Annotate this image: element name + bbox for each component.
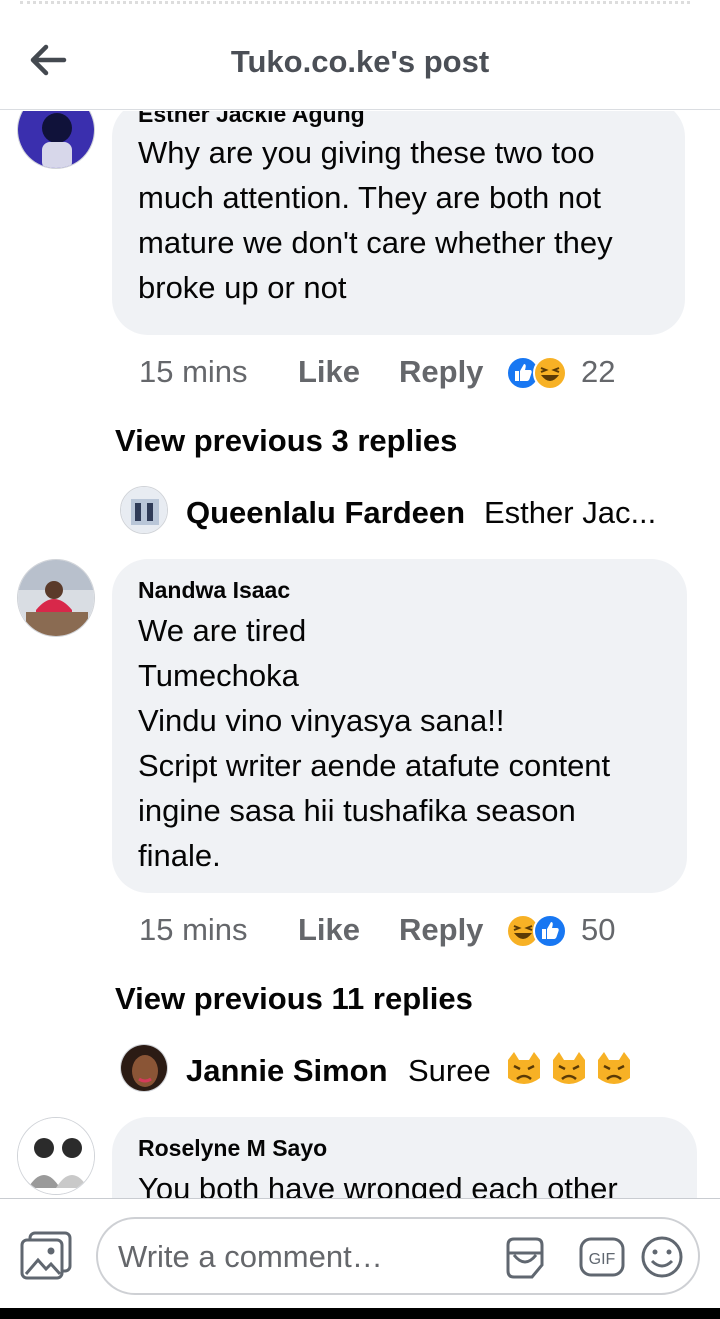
- comment-text-line: mature we don't care whether they: [138, 225, 613, 260]
- photo-icon[interactable]: [18, 1229, 74, 1281]
- avatar[interactable]: [17, 559, 95, 637]
- haha-reaction-icon[interactable]: [533, 356, 567, 390]
- comment-text-line: ingine sasa hii tushafika season: [138, 793, 576, 828]
- comment-timestamp: 15 mins: [139, 354, 248, 389]
- svg-text:GIF: GIF: [589, 1251, 616, 1268]
- angry-cat-emoji-icon: [598, 1052, 630, 1084]
- reply-button[interactable]: Reply: [399, 354, 483, 390]
- comment-text-line: Vindu vino vinyasya sana!!: [138, 703, 505, 738]
- reply-author[interactable]: Queenlalu Fardeen: [186, 495, 465, 531]
- reaction-count[interactable]: 22: [581, 354, 615, 390]
- comment-composer: Write a comment… GIF: [0, 1198, 720, 1308]
- system-nav-bar: [0, 1308, 720, 1319]
- post-header: Tuko.co.ke's post: [0, 10, 720, 110]
- comment-text-line: We are tired: [138, 613, 307, 648]
- angry-cat-emoji-icon: [508, 1052, 540, 1084]
- emoji-icon[interactable]: [640, 1235, 684, 1279]
- like-button[interactable]: Like: [298, 354, 360, 390]
- angry-cat-emoji-icon: [553, 1052, 585, 1084]
- comment-text-line: much attention. They are both not: [138, 180, 602, 215]
- view-previous-replies[interactable]: View previous 3 replies: [115, 423, 457, 459]
- comment-timestamp: 15 mins: [139, 912, 248, 947]
- comment-input-placeholder: Write a comment…: [118, 1239, 383, 1274]
- reply-preview[interactable]: Esther Jac...: [484, 495, 656, 531]
- comment-bubble[interactable]: Roselyne M Sayo You both have wronged ea…: [112, 1117, 697, 1198]
- avatar[interactable]: [120, 1044, 168, 1092]
- like-button[interactable]: Like: [298, 912, 360, 948]
- comment-author[interactable]: Roselyne M Sayo: [138, 1135, 327, 1162]
- comment-bubble[interactable]: Nandwa Isaac We are tired Tumechoka Vind…: [112, 559, 687, 893]
- reply-preview[interactable]: Suree: [408, 1053, 491, 1089]
- comment-author[interactable]: Nandwa Isaac: [138, 577, 290, 604]
- comment-text-line: You both have wronged each other: [138, 1171, 618, 1198]
- avatar[interactable]: [17, 111, 95, 169]
- page-title: Tuko.co.ke's post: [230, 44, 490, 79]
- comment-author[interactable]: Esther Jackie Agung: [138, 111, 365, 128]
- gif-icon[interactable]: GIF: [578, 1235, 626, 1279]
- comment-text-line: finale.: [138, 838, 221, 873]
- comment-text-line: Script writer aende atafute content: [138, 748, 611, 783]
- view-previous-replies[interactable]: View previous 11 replies: [115, 981, 473, 1017]
- comment-text-line: Tumechoka: [138, 658, 299, 693]
- comment-text-line: Why are you giving these two too: [138, 135, 595, 170]
- avatar[interactable]: [17, 1117, 95, 1195]
- comment-input[interactable]: Write a comment… GIF: [96, 1217, 700, 1295]
- reply-author[interactable]: Jannie Simon: [186, 1053, 388, 1089]
- comments-feed[interactable]: Esther Jackie Agung Why are you giving t…: [0, 111, 720, 1198]
- status-bar: [0, 0, 720, 10]
- like-reaction-icon[interactable]: [533, 914, 567, 948]
- comment-text-line: broke up or not: [138, 270, 347, 305]
- avatar[interactable]: [120, 486, 168, 534]
- reaction-count[interactable]: 50: [581, 912, 615, 948]
- reply-button[interactable]: Reply: [399, 912, 483, 948]
- sticker-icon[interactable]: [500, 1233, 550, 1283]
- comment-bubble[interactable]: Esther Jackie Agung Why are you giving t…: [112, 111, 685, 335]
